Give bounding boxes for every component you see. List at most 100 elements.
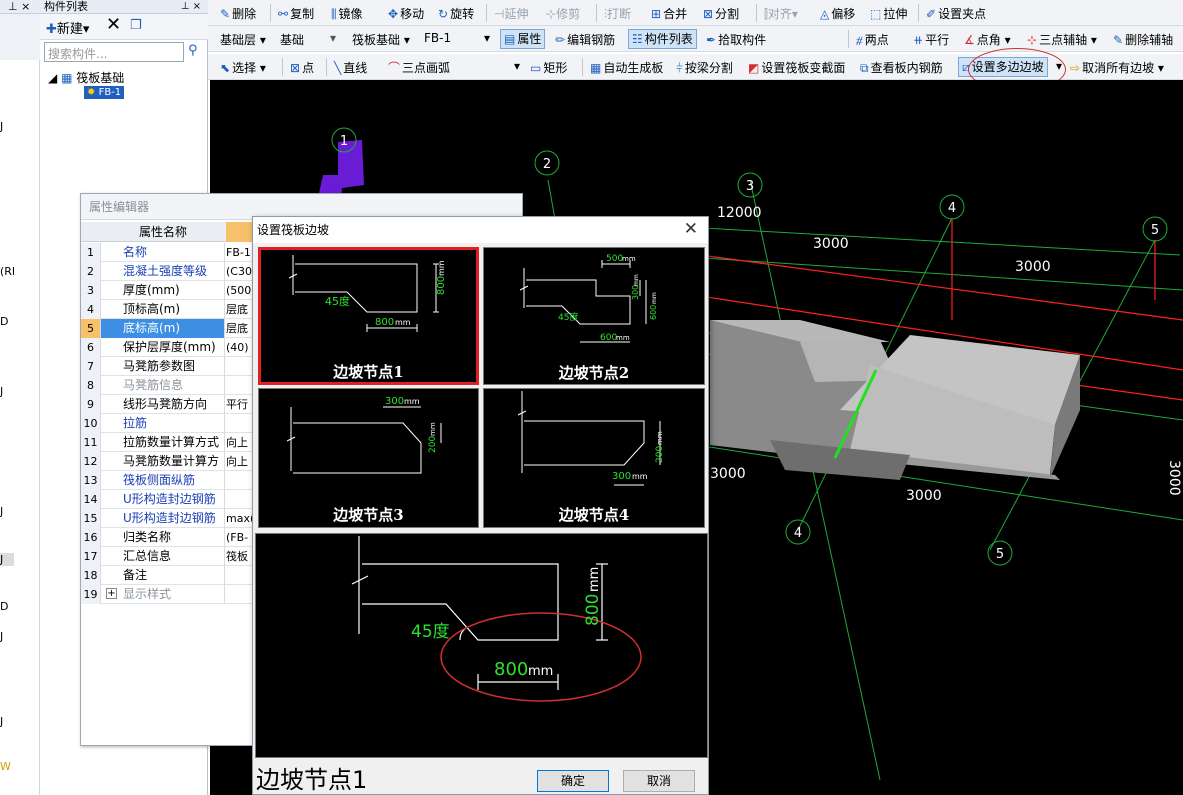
select-button[interactable]: ⬉ 选择 ▾ [220, 59, 266, 76]
pick-icon: ✒ [706, 33, 717, 47]
axis-icon: ⊹ [1027, 33, 1038, 47]
component-select[interactable]: FB-1 [420, 29, 455, 49]
category-select[interactable]: 基础 [276, 29, 308, 49]
collapse-icon[interactable]: ◢ [48, 71, 57, 85]
row-number: 17 [81, 547, 101, 566]
cancel-slope-icon: ⇨ [1070, 61, 1081, 75]
slope-dialog: 设置筏板边坡 ✕ 45度 800 mm 800 mm 边坡节点1 500 mm … [252, 216, 709, 795]
row-number: 9 [81, 395, 101, 414]
search-icon[interactable]: ⚲ [188, 43, 198, 58]
left-mark: J [0, 385, 4, 398]
rebar-icon: ✏ [555, 33, 566, 47]
expand-icon[interactable]: + [106, 588, 117, 599]
property-value[interactable]: 向上 [226, 433, 252, 452]
ok-button[interactable]: 确定 [537, 770, 609, 792]
left-mark: D [0, 600, 9, 613]
svg-text:45度: 45度 [558, 311, 578, 323]
delete-component-icon[interactable]: ✕ [106, 14, 121, 35]
copy-component-icon[interactable]: ❐ [130, 18, 142, 33]
split-by-beam-button[interactable]: ⫩ 按梁分割 [676, 59, 733, 76]
slope-option-1[interactable]: 45度 800 mm 800 mm 边坡节点1 [258, 247, 479, 385]
edit-rebar-button[interactable]: ✏ 编辑钢筋 [555, 31, 615, 48]
properties-button[interactable]: ▤ 属性 [500, 29, 546, 49]
break-button[interactable]: ⫶打断 [604, 5, 631, 22]
property-value[interactable]: 平行 [226, 395, 252, 414]
property-name: 显示样式 [123, 587, 172, 601]
point-button[interactable]: ⊠ 点 [290, 59, 314, 76]
auto-gen-button[interactable]: ▦ 自动生成板 [590, 59, 663, 76]
stretch-button[interactable]: ⬚ 拉伸 [870, 5, 907, 22]
component-list-button[interactable]: ☷ 构件列表 [628, 29, 697, 49]
clamp-icon: ✐ [926, 7, 937, 21]
property-value[interactable]: (FB- [226, 528, 252, 547]
svg-text:mm: mm [395, 318, 411, 327]
property-value[interactable]: 筏板 [226, 547, 252, 566]
slope-option-4[interactable]: 200 mm 300 mm 边坡节点4 [483, 388, 705, 528]
panel-pin-icon[interactable]: ⊥ × [181, 0, 201, 13]
property-value[interactable]: FB-1 [226, 243, 252, 262]
parallel-button[interactable]: ⧺ 平行 [913, 31, 949, 48]
left-mark: J [0, 120, 4, 133]
mirror-button[interactable]: ⫼ 镜像 [331, 5, 363, 22]
delete-button[interactable]: ✎ 删除 [220, 5, 256, 22]
merge-button[interactable]: ⊞ 合并 [651, 5, 687, 22]
property-value[interactable]: max( [226, 509, 252, 528]
component-search-input[interactable]: 搜索构件... [44, 42, 184, 62]
extend-button[interactable]: ⊣延伸 [494, 5, 528, 22]
left-mark: J [0, 715, 4, 728]
property-name: 线形马凳筋方向 [123, 397, 208, 411]
new-component-button[interactable]: ✚新建▾ [46, 18, 89, 37]
tree-node-fb1[interactable]: ✹ FB-1 [84, 86, 125, 99]
line-button[interactable]: ╲ 直线 [334, 59, 367, 76]
copy-button[interactable]: ⚯ 复制 [278, 5, 314, 22]
svg-text:600: 600 [649, 305, 658, 320]
property-value[interactable]: (500 [226, 281, 252, 300]
property-value[interactable]: 层底 [226, 300, 252, 319]
arc-dropdown[interactable]: ▾ [514, 59, 520, 73]
trim-icon: ⊹ [546, 7, 557, 21]
new-icon: ✚ [46, 22, 57, 37]
property-value[interactable]: (C30 [226, 262, 252, 281]
pick-component-button[interactable]: ✒ 拾取构件 [706, 31, 766, 48]
cancel-slopes-button[interactable]: ⇨ 取消所有边坡 ▾ [1070, 59, 1164, 76]
property-value[interactable]: (40) [226, 338, 252, 357]
svg-text:200: 200 [655, 446, 665, 463]
split-button[interactable]: ⊠ 分割 [703, 5, 739, 22]
property-value[interactable]: 层底 [226, 319, 252, 338]
set-clamp-button[interactable]: ✐ 设置夹点 [926, 5, 986, 22]
component-toolbar-row: 基础层 ▾ 基础 ▾ 筏板基础 ▾ FB-1 ▾ ▤ 属性 ✏ 编辑钢筋 ☷ 构件列表… [208, 26, 1183, 52]
pin-icon[interactable]: ⊥ [8, 0, 18, 13]
close-icon[interactable]: × [21, 0, 30, 13]
trim-button[interactable]: ⊹修剪 [546, 5, 580, 22]
svg-text:mm: mm [528, 664, 553, 679]
property-value[interactable]: 向上 [226, 452, 252, 471]
floor-select[interactable]: 基础层 ▾ [216, 29, 270, 49]
svg-text:300: 300 [385, 396, 404, 407]
rotate-button[interactable]: ↻ 旋转 [438, 5, 474, 22]
left-mark: D [0, 315, 9, 328]
tree-node-raft-foundation[interactable]: ◢ ▦ 筏板基础 [48, 69, 124, 86]
close-icon[interactable]: ✕ [684, 219, 698, 239]
move-icon: ✥ [388, 7, 399, 21]
three-point-axis-button[interactable]: ⊹ 三点辅轴 ▾ [1027, 31, 1097, 48]
type-select[interactable]: 筏板基础 ▾ [348, 29, 414, 49]
svg-text:500: 500 [606, 254, 623, 264]
svg-text:800: 800 [436, 276, 447, 295]
align-button[interactable]: ⫿对齐▾ [764, 5, 798, 22]
cancel-button[interactable]: 取消 [623, 770, 695, 792]
slope-option-3[interactable]: 300 mm 200 mm 边坡节点3 [258, 388, 479, 528]
move-button[interactable]: ✥ 移动 [388, 5, 424, 22]
left-panel-header: ⊥ × [0, 0, 40, 14]
rotate-icon: ↻ [438, 7, 449, 21]
two-points-button[interactable]: ⧣ 两点 [856, 31, 889, 48]
dialog-title: 设置筏板边坡 [253, 217, 708, 243]
svg-text:800: 800 [375, 317, 394, 328]
view-rebar-button[interactable]: ⧉ 查看板内钢筋 [860, 59, 943, 76]
set-section-button[interactable]: ◩ 设置筏板变截面 [748, 59, 845, 76]
delete-axis-button[interactable]: ✎ 删除辅轴 [1113, 31, 1173, 48]
rect-button[interactable]: ▭ 矩形 [530, 59, 567, 76]
arc-button[interactable]: ⌒ 三点画弧 [388, 59, 450, 76]
slope-option-2[interactable]: 500 mm 300 mm 600 mm 45度 600 mm 边坡节点2 [483, 247, 705, 385]
point-angle-button[interactable]: ∡ 点角 ▾ [964, 31, 1011, 48]
offset-button[interactable]: ◬ 偏移 [820, 5, 855, 22]
